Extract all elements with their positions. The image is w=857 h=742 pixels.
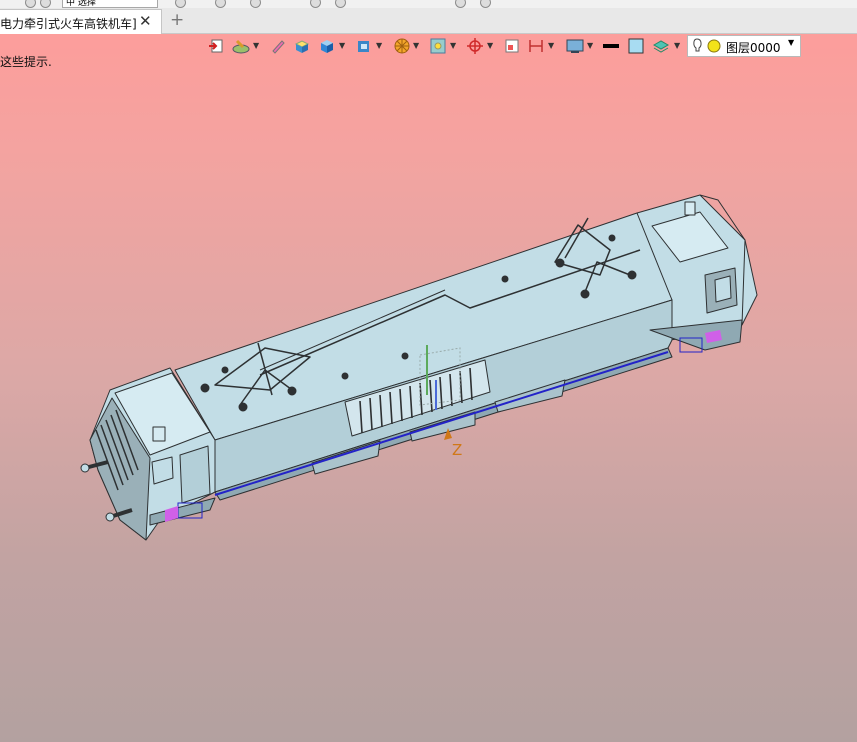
layer-dropdown[interactable]: 图层0000 ▼ bbox=[687, 35, 801, 57]
layer-label: 图层0000 bbox=[726, 41, 781, 55]
snap-icon[interactable] bbox=[429, 37, 447, 59]
qa-icon-6[interactable] bbox=[455, 0, 466, 8]
frame-icon[interactable] bbox=[503, 37, 521, 59]
document-tab-title: 电力牵引式火车高铁机车] bbox=[0, 17, 137, 31]
close-tab-icon[interactable]: ✕ bbox=[139, 12, 152, 30]
layer-stack-dropdown-icon[interactable]: ▼ bbox=[674, 41, 680, 50]
undo-icon[interactable] bbox=[25, 0, 36, 8]
selection-filter-dropdown[interactable]: 中 选择 bbox=[62, 0, 158, 8]
quick-access-bar: 中 选择 bbox=[0, 0, 857, 8]
3d-viewport[interactable]: Z bbox=[0, 60, 857, 742]
render-style-dropdown-icon[interactable]: ▼ bbox=[253, 41, 259, 50]
qa-icon-2[interactable] bbox=[215, 0, 226, 8]
fill-color-icon[interactable] bbox=[627, 37, 645, 59]
display-dropdown-icon[interactable]: ▼ bbox=[587, 41, 593, 50]
qa-icon-3[interactable] bbox=[250, 0, 261, 8]
qa-icon-1[interactable] bbox=[175, 0, 186, 8]
z-axis-label: Z bbox=[452, 441, 462, 459]
eraser-icon[interactable] bbox=[270, 37, 286, 59]
locomotive-model bbox=[80, 194, 758, 541]
measure-icon[interactable] bbox=[527, 37, 545, 59]
line-color-icon[interactable] bbox=[602, 37, 620, 59]
tab-bar: 电力牵引式火车高铁机车] ✕ + bbox=[0, 8, 857, 34]
document-tab[interactable]: 电力牵引式火车高铁机车] ✕ bbox=[0, 9, 162, 34]
view-orient-icon[interactable] bbox=[392, 37, 412, 59]
render-style-icon[interactable] bbox=[231, 37, 251, 59]
layer-stack-icon[interactable] bbox=[652, 37, 670, 59]
target-dropdown-icon[interactable]: ▼ bbox=[487, 41, 493, 50]
view-orient-dropdown-icon[interactable]: ▼ bbox=[413, 41, 419, 50]
solid-box-dropdown-icon[interactable]: ▼ bbox=[339, 41, 345, 50]
box-shaded-dropdown-icon[interactable]: ▼ bbox=[376, 41, 382, 50]
box-shaded-icon[interactable] bbox=[355, 37, 373, 59]
measure-dropdown-icon[interactable]: ▼ bbox=[548, 41, 554, 50]
solid-box-icon[interactable] bbox=[318, 37, 336, 59]
add-tab-icon[interactable]: + bbox=[170, 10, 184, 30]
lightbulb-icon bbox=[693, 38, 721, 53]
shade-icon[interactable] bbox=[293, 37, 311, 59]
exit-icon[interactable] bbox=[207, 37, 225, 59]
chevron-down-icon[interactable]: ▼ bbox=[788, 38, 794, 47]
display-icon[interactable] bbox=[565, 37, 585, 59]
qa-icon-7[interactable] bbox=[480, 0, 491, 8]
redo-icon[interactable] bbox=[40, 0, 51, 8]
snap-dropdown-icon[interactable]: ▼ bbox=[450, 41, 456, 50]
qa-icon-5[interactable] bbox=[335, 0, 346, 8]
qa-icon-4[interactable] bbox=[310, 0, 321, 8]
target-icon[interactable] bbox=[466, 37, 484, 59]
